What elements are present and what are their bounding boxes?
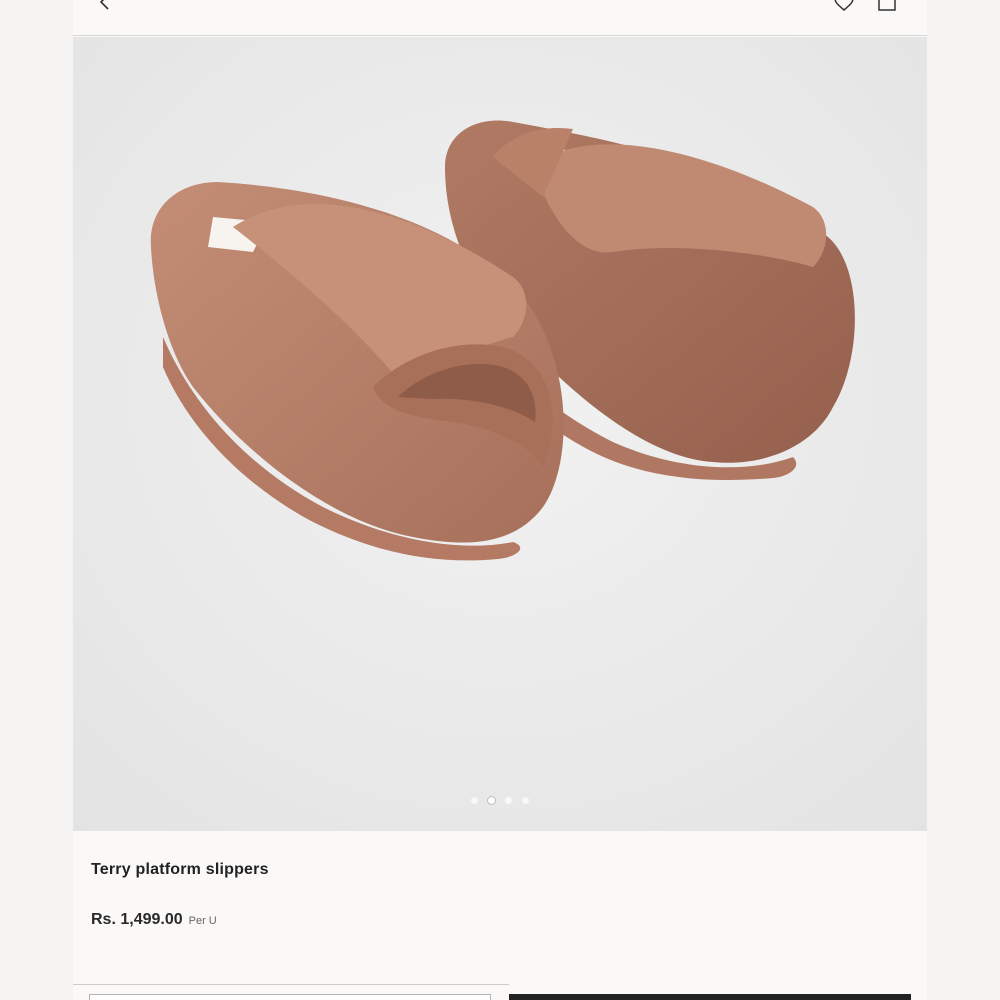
price-unit: Per U (188, 915, 217, 927)
product-info: Terry platform slippers Rs. 1,499.00 Per… (73, 831, 927, 1000)
product-title: Terry platform slippers (91, 861, 269, 878)
pagination-dot[interactable] (471, 797, 478, 804)
image-pagination (73, 797, 927, 804)
price-row: Rs. 1,499.00 Per U (91, 911, 217, 929)
size-selector[interactable] (89, 994, 491, 1000)
chevron-left-icon[interactable] (95, 0, 115, 17)
heart-icon[interactable] (833, 0, 855, 17)
pagination-dot[interactable] (505, 797, 512, 804)
product-image-gallery[interactable] (73, 37, 927, 831)
shopping-bag-icon[interactable] (876, 0, 898, 17)
top-bar (73, 0, 927, 36)
product-page: Terry platform slippers Rs. 1,499.00 Per… (73, 0, 927, 1000)
right-margin (927, 0, 1000, 1000)
left-margin (0, 0, 73, 1000)
pagination-dot-active[interactable] (488, 797, 495, 804)
product-photo (73, 37, 927, 831)
product-price: Rs. 1,499.00 (91, 911, 183, 928)
divider (73, 984, 509, 985)
pagination-dot[interactable] (522, 797, 529, 804)
add-to-bag-button[interactable] (509, 994, 911, 1000)
